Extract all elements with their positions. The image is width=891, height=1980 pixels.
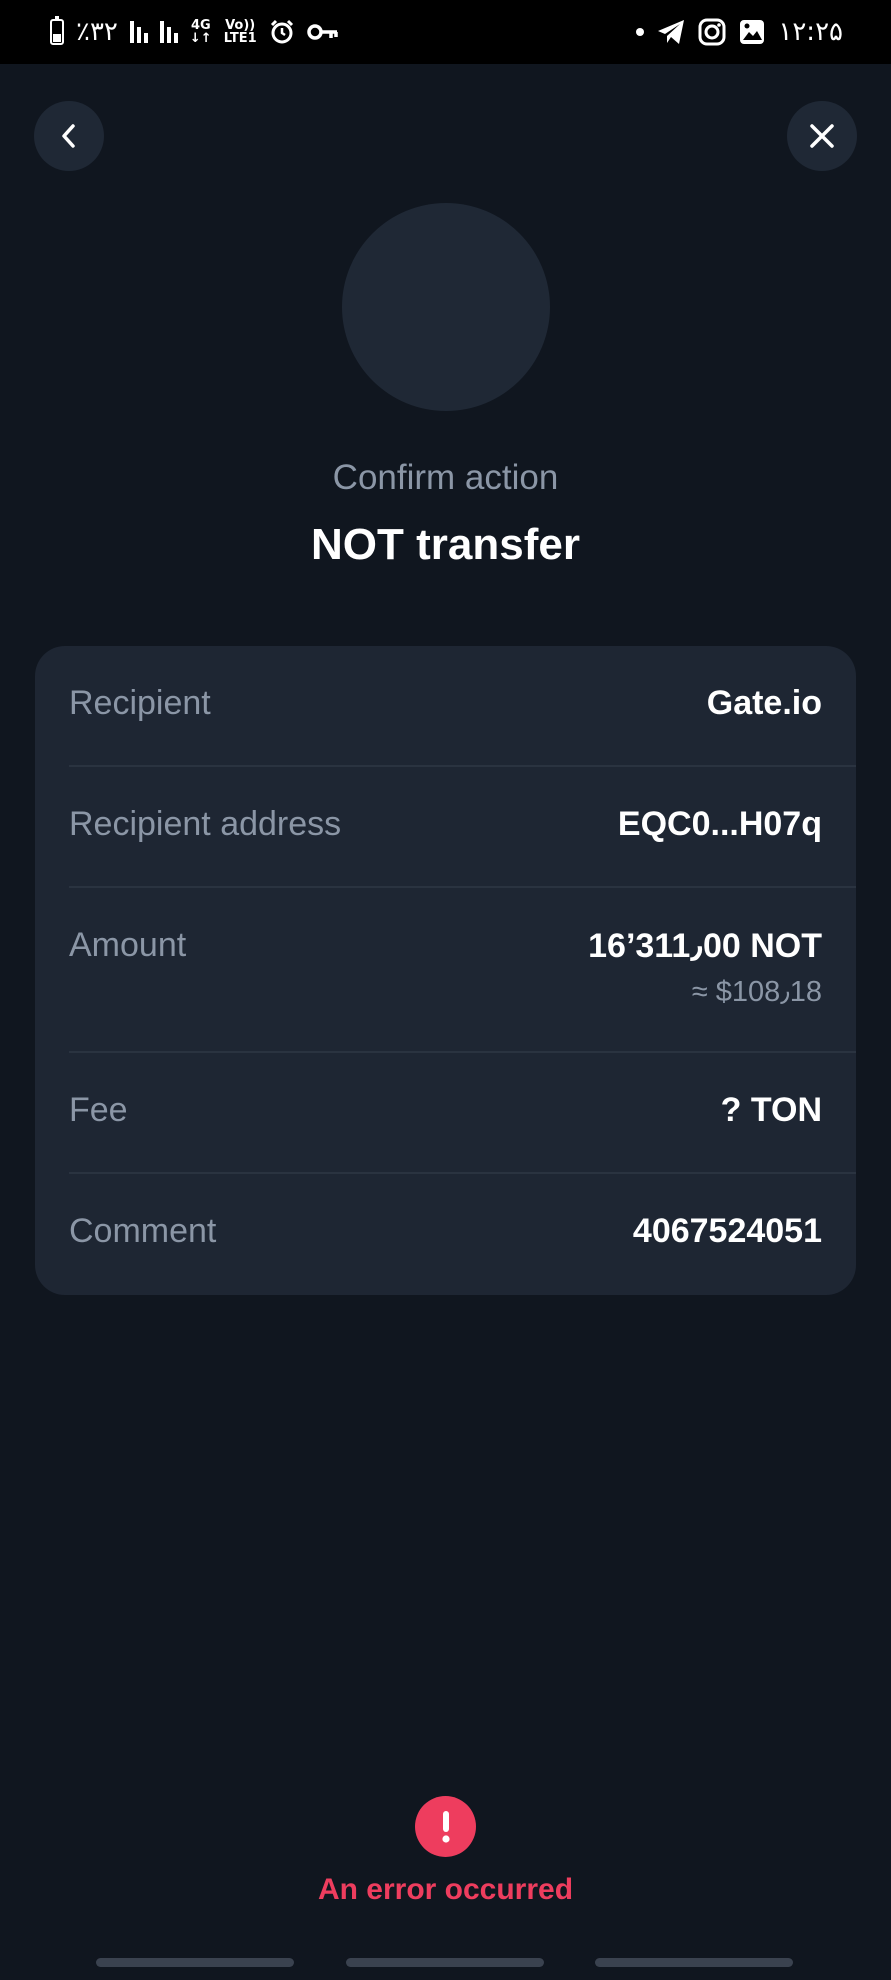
fee-value: ? TON (720, 1091, 822, 1129)
transaction-details-card: Recipient Gate.io Recipient address EQC0… (35, 646, 856, 1295)
close-button[interactable] (787, 101, 857, 171)
network-type-indicator: 4G ↓↑ (190, 19, 212, 45)
recipient-row: Recipient Gate.io (69, 646, 856, 767)
status-bar-left: ٪۳۲ 4G ↓↑ Vo)) LTE1 (50, 16, 339, 47)
comment-value: 4067524051 (632, 1212, 822, 1250)
error-message: An error occurred (317, 1873, 574, 1906)
recipient-address-row[interactable]: Recipient address EQC0...H07q (69, 767, 856, 888)
recipient-address-value[interactable]: EQC0...H07q (618, 805, 822, 844)
recipient-address-label: Recipient address (69, 805, 342, 843)
amount-label: Amount (69, 926, 187, 964)
recipient-label: Recipient (69, 684, 211, 722)
clock: ۱۲:۲۵ (778, 17, 843, 47)
telegram-icon (656, 18, 686, 46)
alarm-icon (269, 19, 295, 45)
network-activity-arrows: ↓↑ (189, 31, 212, 46)
comment-row: Comment 4067524051 (69, 1174, 856, 1295)
volte-indicator: Vo)) LTE1 (224, 19, 257, 45)
signal-icon-2 (159, 21, 178, 43)
amount-value: 16’311٫00 NOT (588, 927, 822, 965)
status-bar: ٪۳۲ 4G ↓↑ Vo)) LTE1 ۱۲:۲۵ (0, 0, 891, 64)
amount-fiat-value: ≈ $108٫18 (691, 976, 822, 1008)
fee-label: Fee (69, 1091, 128, 1129)
signal-icon (129, 21, 148, 43)
fee-row: Fee ? TON (69, 1053, 856, 1174)
page-subtitle: Confirm action (332, 458, 559, 497)
nav-indicator-right (595, 1958, 793, 1967)
battery-percentage: ٪۳۲ (76, 17, 118, 47)
status-bar-right: ۱۲:۲۵ (636, 17, 843, 47)
instagram-icon (698, 18, 726, 46)
comment-label: Comment (69, 1212, 217, 1250)
vpn-key-icon (306, 22, 339, 42)
amount-row: Amount 16’311٫00 NOT ≈ $108٫18 (69, 888, 856, 1053)
notification-dot-icon (636, 28, 645, 36)
page-title: NOT transfer (311, 520, 580, 569)
recipient-avatar (342, 203, 550, 411)
battery-icon (50, 16, 64, 45)
lte-label: LTE1 (223, 31, 257, 46)
recipient-value: Gate.io (706, 684, 822, 722)
nav-indicator-left (96, 1958, 294, 1967)
error-icon (415, 1796, 476, 1857)
back-button[interactable] (34, 101, 104, 171)
nav-indicator-center[interactable] (346, 1958, 544, 1967)
close-icon (810, 124, 834, 148)
chevron-left-icon (62, 124, 75, 148)
gallery-icon (738, 18, 766, 46)
